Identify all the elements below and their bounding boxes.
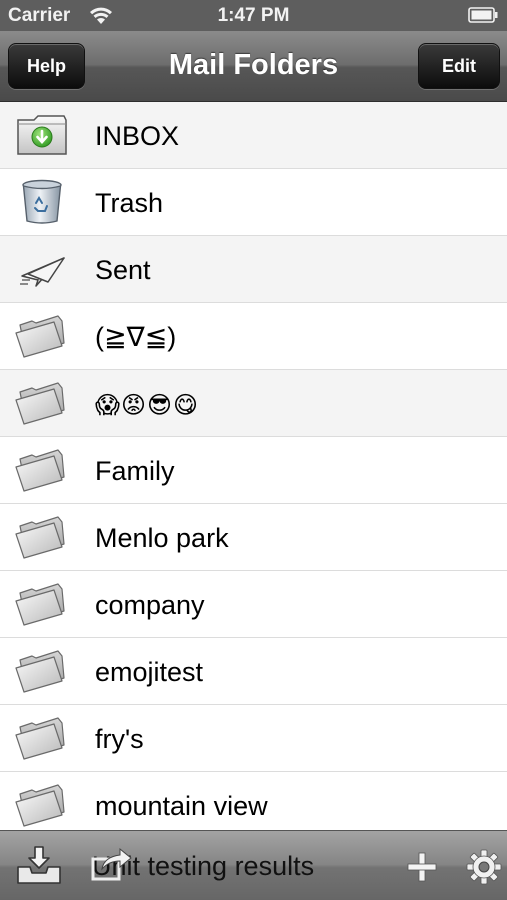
folder-row-kaomoji[interactable]: (≧∇≦) <box>0 303 507 370</box>
bottom-toolbar: Unit testing results <box>0 830 507 900</box>
status-time: 1:47 PM <box>217 5 290 26</box>
folder-list: INBOX Trash Sent (≧∇≦) 😱😡😎😋 Family Menlo… <box>0 102 507 830</box>
inbox-folder-icon <box>17 115 67 155</box>
folder-row-emoji[interactable]: 😱😡😎😋 <box>0 370 507 437</box>
paper-plane-icon <box>20 257 65 287</box>
folder-label: (≧∇≦) <box>95 322 177 352</box>
folder-row-inbox[interactable]: INBOX <box>0 102 507 169</box>
folder-row-emojitest[interactable]: emojitest <box>0 638 507 705</box>
folder-row-family[interactable]: Family <box>0 437 507 504</box>
status-bar: Carrier 1:47 PM <box>0 0 507 31</box>
folder-label: Family <box>95 456 175 486</box>
folder-icon <box>15 583 65 626</box>
folder-label: INBOX <box>95 121 180 151</box>
compose-forward-icon[interactable] <box>90 845 134 883</box>
folder-icon <box>15 516 65 559</box>
folder-icon <box>15 784 65 827</box>
folder-label: Menlo park <box>95 523 229 553</box>
folder-row-frys[interactable]: fry's <box>0 705 507 772</box>
folder-label: company <box>95 590 205 620</box>
folder-icon <box>15 382 65 425</box>
add-icon[interactable] <box>406 851 438 883</box>
folder-icon <box>15 717 65 760</box>
folder-row-trash[interactable]: Trash <box>0 169 507 236</box>
gear-icon[interactable] <box>466 849 502 885</box>
folder-label: fry's <box>95 724 144 754</box>
screen: Carrier 1:47 PM Help Mail Folders Edit I… <box>0 0 507 900</box>
trash-can-icon <box>22 179 62 224</box>
folder-label: Trash <box>95 188 164 218</box>
folder-icon <box>15 315 65 358</box>
battery-icon <box>468 7 498 23</box>
folder-row-mountain-view[interactable]: mountain view <box>0 772 507 830</box>
folder-row-sent[interactable]: Sent <box>0 236 507 303</box>
download-tray-icon[interactable] <box>14 845 64 887</box>
folder-row-menlo-park[interactable]: Menlo park <box>0 504 507 571</box>
folder-icon <box>15 650 65 693</box>
folder-label: Sent <box>95 255 151 285</box>
folder-label: mountain view <box>95 791 268 821</box>
folder-label: emojitest <box>95 657 204 687</box>
edit-button[interactable]: Edit <box>418 43 500 89</box>
folder-label: 😱😡😎😋 <box>95 391 200 419</box>
folder-icon <box>15 449 65 492</box>
nav-bar: Help Mail Folders Edit <box>0 31 507 102</box>
folder-row-company[interactable]: company <box>0 571 507 638</box>
